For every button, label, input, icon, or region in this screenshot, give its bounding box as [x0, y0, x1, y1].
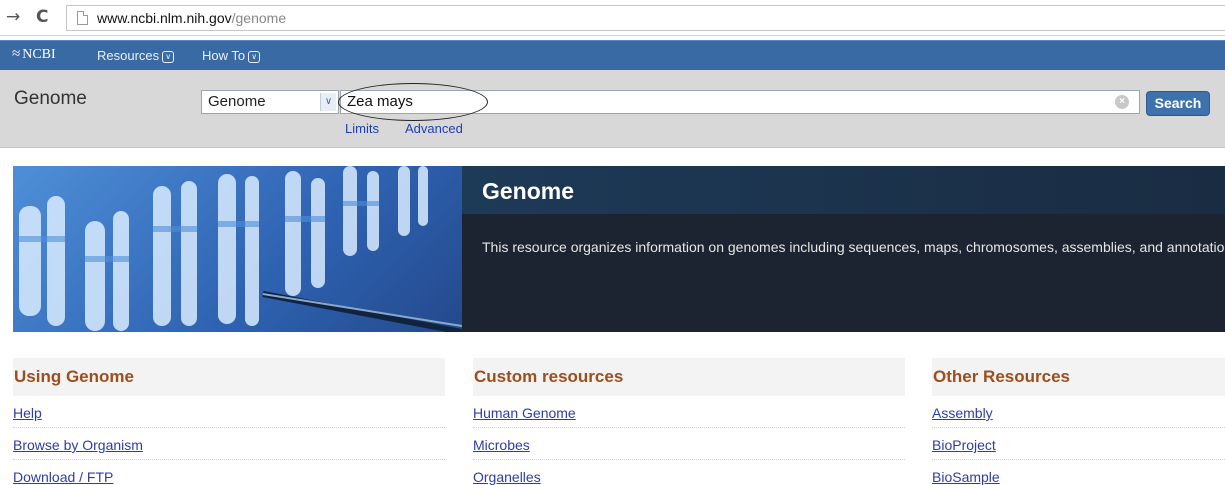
assembly-link[interactable]: Assembly [932, 405, 993, 421]
browse-by-organism-link[interactable]: Browse by Organism [13, 437, 143, 453]
url-text[interactable]: www.ncbi.nlm.nih.gov/genome [97, 10, 286, 26]
column-other-resources: Other Resources Assembly BioProject BioS… [932, 358, 1225, 485]
hero-chromosome-image [13, 166, 462, 332]
menu-resources[interactable]: Resources ∨ [97, 48, 175, 63]
database-select-value: Genome [208, 93, 266, 110]
address-bar[interactable]: www.ncbi.nlm.nih.gov/genome [66, 5, 1225, 31]
database-select[interactable]: Genome ∨ [201, 90, 339, 114]
column-heading: Custom resources [473, 358, 905, 396]
search-query-text: Zea mays [347, 93, 413, 110]
hero-title: Genome [482, 178, 575, 204]
list-item: Browse by Organism [13, 428, 445, 460]
list-item: Organelles [473, 460, 905, 485]
help-link[interactable]: Help [13, 405, 42, 421]
organelles-link[interactable]: Organelles [473, 469, 541, 485]
biosample-link[interactable]: BioSample [932, 469, 1000, 485]
list-item: Assembly [932, 396, 1225, 428]
ncbi-logo-text: NCBI [22, 47, 56, 62]
human-genome-link[interactable]: Human Genome [473, 405, 576, 421]
search-button[interactable]: Search [1146, 91, 1210, 116]
chevron-down-icon: ∨ [248, 51, 261, 63]
menu-how-to-label: How To [202, 48, 246, 63]
search-input[interactable]: Zea mays × [340, 90, 1140, 114]
menu-how-to[interactable]: How To ∨ [202, 48, 261, 63]
column-heading: Using Genome [13, 358, 445, 396]
page-icon [77, 11, 88, 25]
chevron-down-icon: ∨ [162, 51, 175, 63]
back-arrow-icon[interactable]: → [6, 6, 20, 28]
microbes-link[interactable]: Microbes [473, 437, 530, 453]
advanced-link[interactable]: Advanced [405, 121, 463, 136]
list-item: Help [13, 396, 445, 428]
hero-description: This resource organizes information on g… [482, 239, 1225, 255]
hero-title-band [462, 166, 1225, 214]
database-title: Genome [14, 88, 87, 109]
link-list: Help Browse by Organism Download / FTP [13, 396, 445, 485]
list-item: Microbes [473, 428, 905, 460]
ncbi-header-bar: ≈ NCBI Resources ∨ How To ∨ [0, 40, 1225, 70]
menu-resources-label: Resources [97, 48, 160, 63]
list-item: Download / FTP [13, 460, 445, 485]
link-list: Human Genome Microbes Organelles [473, 396, 905, 485]
hero-panel: Genome This resource organizes informati… [462, 166, 1225, 332]
ncbi-helix-icon: ≈ [12, 46, 21, 62]
download-ftp-link[interactable]: Download / FTP [13, 469, 113, 485]
limits-link[interactable]: Limits [345, 121, 379, 136]
clear-icon[interactable]: × [1115, 95, 1129, 109]
search-area: Genome Genome ∨ Zea mays × Search Limits… [0, 70, 1225, 148]
list-item: BioSample [932, 460, 1225, 485]
browser-toolbar: → C www.ncbi.nlm.nih.gov/genome [0, 0, 1225, 36]
column-heading: Other Resources [932, 358, 1225, 396]
column-custom-resources: Custom resources Human Genome Microbes O… [473, 358, 905, 485]
ncbi-logo[interactable]: ≈ NCBI [12, 46, 56, 63]
bioproject-link[interactable]: BioProject [932, 437, 996, 453]
list-item: BioProject [932, 428, 1225, 460]
dropdown-arrow-icon[interactable]: ∨ [320, 93, 336, 111]
link-list: Assembly BioProject BioSample [932, 396, 1225, 485]
url-path: /genome [231, 10, 287, 26]
chromosome-illustration [19, 166, 462, 332]
list-item: Human Genome [473, 396, 905, 428]
url-host: www.ncbi.nlm.nih.gov [97, 10, 232, 26]
column-using-genome: Using Genome Help Browse by Organism Dow… [13, 358, 445, 485]
reload-icon[interactable]: C [36, 6, 48, 28]
